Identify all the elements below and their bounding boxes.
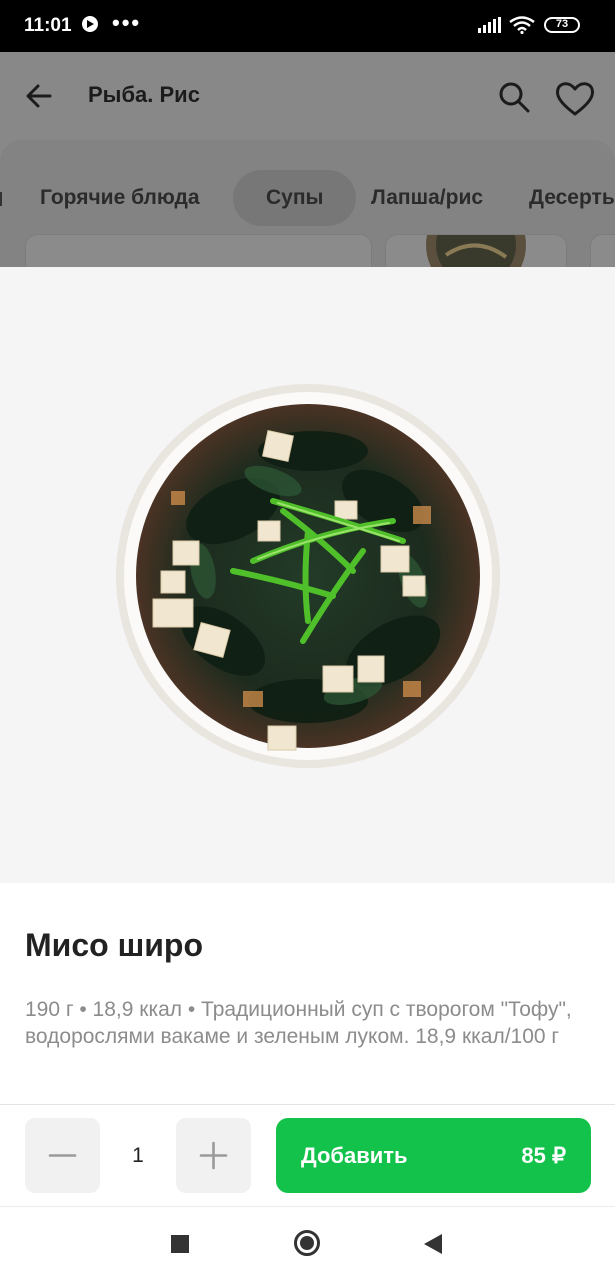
tab-noodles-rice[interactable]: Лапша/рис — [371, 170, 483, 226]
minus-icon — [48, 1154, 77, 1157]
decrease-quantity-button[interactable] — [25, 1118, 100, 1193]
product-title: Мисо широ — [25, 927, 203, 963]
plus-icon — [199, 1141, 228, 1170]
add-to-cart-button[interactable]: Добавить 85 ₽ — [276, 1118, 591, 1193]
system-back-icon[interactable] — [424, 1234, 442, 1254]
heart-icon[interactable] — [553, 78, 597, 118]
battery-level: 73 — [555, 18, 569, 30]
tab-overflow-left — [0, 192, 2, 206]
tab-hot-dishes[interactable]: Горячие блюда — [40, 170, 200, 226]
recents-icon[interactable] — [171, 1235, 189, 1253]
more-notifications-icon: ••• — [112, 10, 142, 35]
status-time: 11:01 — [24, 15, 72, 36]
background-page-overlay[interactable]: Рыба. Рис Горячие блюда Супы Лапша/рис Д… — [0, 52, 615, 267]
add-button-label: Добавить — [301, 1143, 408, 1168]
back-arrow-icon[interactable] — [20, 76, 60, 116]
tab-soups[interactable]: Супы — [233, 170, 357, 226]
background-product-card — [25, 234, 372, 267]
app-bar: Рыба. Рис — [0, 52, 615, 140]
wifi-icon — [509, 16, 535, 34]
signal-icon — [478, 17, 501, 33]
product-description: 190 г • 18,9 ккал • Традиционный суп с т… — [25, 998, 572, 1048]
divider — [0, 1104, 615, 1105]
product-price: 85 ₽ — [521, 1143, 566, 1168]
home-icon[interactable] — [294, 1230, 320, 1256]
background-product-card — [385, 234, 567, 267]
product-photo — [0, 267, 615, 883]
quantity-value: 1 — [132, 1144, 144, 1167]
miso-soup-image — [116, 384, 500, 768]
background-product-image — [426, 235, 526, 267]
search-icon[interactable] — [495, 78, 533, 116]
status-bar: 11:01 ••• 73 — [0, 0, 615, 52]
battery-icon: 73 — [544, 17, 580, 33]
screen-record-icon — [82, 16, 98, 32]
tab-desserts[interactable]: Десерты — [529, 170, 615, 226]
increase-quantity-button[interactable] — [176, 1118, 251, 1193]
system-navigation-bar — [0, 1206, 615, 1281]
background-product-card — [590, 234, 615, 267]
page-title: Рыба. Рис — [88, 82, 200, 107]
